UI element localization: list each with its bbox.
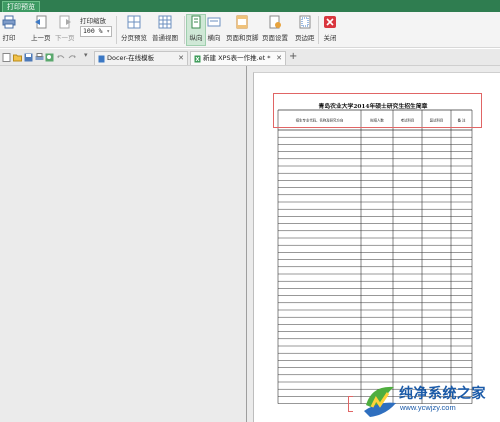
- watermark-name: 纯净系统之家: [399, 386, 486, 402]
- zoom-select[interactable]: 100 % ▾: [80, 26, 112, 37]
- ribbon-divider: [318, 16, 319, 44]
- page-setup-icon: [269, 15, 281, 29]
- open-folder-icon[interactable]: [13, 53, 22, 62]
- page-setup-label: 页面设置: [262, 34, 288, 42]
- watermark-logo-icon: [364, 386, 396, 417]
- customize-chevron-icon[interactable]: ▾: [84, 51, 93, 60]
- ribbon-divider: [116, 16, 117, 44]
- tab-spreadsheet[interactable]: 新建 XPS表一作推.et * ✕: [190, 51, 286, 65]
- normal-view-label: 普通视图: [152, 34, 178, 42]
- page-break-preview-button[interactable]: 分页预览: [121, 15, 147, 42]
- page-break-icon: [127, 15, 141, 29]
- normal-view-button[interactable]: 普通视图: [152, 15, 178, 42]
- tab-label: Docer-在线模板: [107, 54, 155, 62]
- undo-icon[interactable]: [56, 53, 65, 62]
- prev-page-label: 上一页: [31, 34, 51, 42]
- landscape-button[interactable]: 横向: [207, 15, 221, 42]
- chevron-down-icon: ▾: [106, 28, 110, 35]
- watermark: 纯净系统之家 www.ycwjzy.com: [360, 379, 500, 422]
- print-button[interactable]: 打印: [2, 15, 16, 42]
- portrait-icon: [191, 15, 201, 29]
- highlight-bracket: [348, 396, 353, 412]
- highlight-box: [273, 93, 482, 128]
- next-page-button[interactable]: 下一页: [55, 15, 75, 42]
- print-label: 打印: [2, 34, 16, 42]
- close-tab-icon[interactable]: ✕: [178, 52, 184, 65]
- page-boundary-line: [246, 66, 247, 422]
- tab-docer-templates[interactable]: Docer-在线模板 ✕: [94, 51, 188, 65]
- margins-label: 页边距: [295, 34, 315, 42]
- close-preview-button[interactable]: 关闭: [323, 15, 337, 42]
- prev-page-button[interactable]: 上一页: [31, 15, 51, 42]
- close-icon: [324, 16, 336, 28]
- zoom-value: 100 %: [83, 27, 103, 35]
- close-label: 关闭: [323, 34, 337, 42]
- print-preview-icon[interactable]: [45, 53, 54, 62]
- next-page-icon: [59, 15, 71, 29]
- watermark-url: www.ycwjzy.com: [400, 403, 456, 412]
- document-tab-bar: ▾ Docer-在线模板 ✕ 新建 XPS表一作推.et * ✕ +: [0, 49, 500, 66]
- header-footer-button[interactable]: 页面和页脚: [226, 15, 259, 42]
- page-break-preview-label: 分页预览: [121, 34, 147, 42]
- new-tab-button[interactable]: +: [289, 52, 297, 62]
- print-preview-tab[interactable]: 打印预览: [2, 1, 40, 12]
- margins-button[interactable]: 页边距: [295, 15, 315, 42]
- header-footer-icon: [236, 15, 248, 29]
- printer-icon: [2, 15, 16, 29]
- portrait-button[interactable]: 纵向: [186, 14, 206, 46]
- landscape-icon: [207, 17, 221, 27]
- prev-page-icon: [34, 15, 47, 29]
- docer-icon: [98, 55, 105, 63]
- page-setup-button[interactable]: 页面设置: [262, 15, 288, 42]
- landscape-label: 横向: [207, 34, 221, 42]
- tab-label: 新建 XPS表一作推.et *: [203, 54, 271, 62]
- spreadsheet-icon: [194, 55, 201, 63]
- save-icon[interactable]: [24, 53, 33, 62]
- header-footer-label: 页面和页脚: [226, 34, 259, 42]
- normal-view-icon: [158, 15, 172, 29]
- close-tab-icon[interactable]: ✕: [276, 52, 282, 65]
- zoom-label: 打印缩放: [80, 17, 106, 25]
- margins-icon: [299, 15, 311, 29]
- title-bar: 打印预览: [0, 0, 500, 12]
- next-page-label: 下一页: [55, 34, 75, 42]
- redo-icon[interactable]: [68, 53, 77, 62]
- ribbon-divider: [184, 16, 185, 44]
- ribbon-toolbar: 打印 上一页 下一页 打印缩放 100 % ▾ 分页预览 普通视图 纵向 横向 …: [0, 12, 500, 48]
- print-icon[interactable]: [35, 53, 44, 62]
- new-file-icon[interactable]: [2, 53, 11, 62]
- portrait-label: 纵向: [189, 34, 203, 42]
